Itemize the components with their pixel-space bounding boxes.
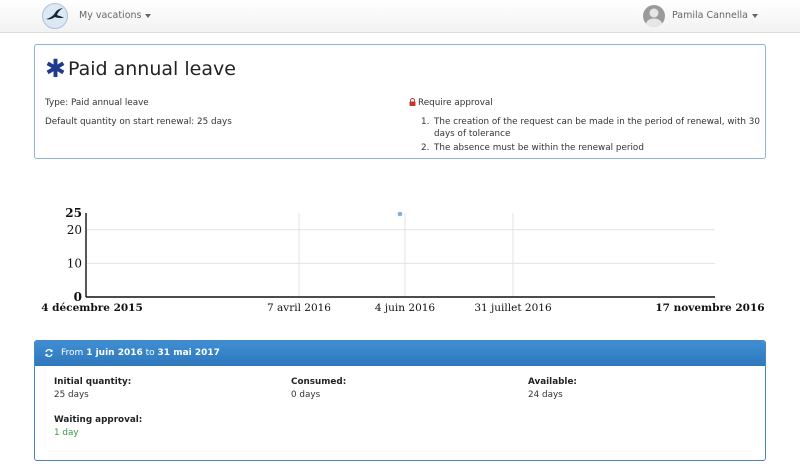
default-quantity-text: Default quantity on start renewal: 25 da… [45, 117, 232, 127]
caret-down-icon [145, 13, 152, 18]
consumed: Consumed: 0 days [291, 377, 346, 400]
user-name-text: Pamila Cannella [672, 10, 748, 21]
rule-number: 1. [421, 117, 430, 127]
user-name: Pamila Cannella [672, 10, 758, 21]
require-approval: Require approval [409, 98, 493, 108]
list-item: 2. The absence must be within the renewal… [421, 142, 761, 154]
x-tick-label: 31 juillet 2016 [474, 302, 552, 314]
available-value: 24 days [528, 390, 563, 400]
my-vacations-label: My vacations [79, 10, 142, 21]
navbar: My vacations Pamila Cannella [0, 0, 800, 33]
rule-text: The absence must be within the renewal p… [434, 143, 644, 153]
leave-info-panel: ✱ Paid annual leave Type: Paid annual le… [34, 44, 766, 159]
x-tick-label: 7 avril 2016 [267, 302, 331, 314]
rule-number: 2. [421, 143, 430, 153]
to-date: 31 mai 2017 [157, 348, 220, 358]
asterisk-icon: ✱ [45, 54, 66, 83]
lock-icon [409, 98, 416, 106]
leave-type-text: Type: Paid annual leave [45, 98, 149, 108]
y-tick-label: 10 [67, 256, 82, 270]
period-header[interactable]: From 1 juin 2016 to 31 mai 2017 [35, 341, 765, 366]
consumed-label: Consumed: [291, 377, 347, 387]
to-label: to [145, 348, 155, 358]
x-tick-label: 4 juin 2016 [375, 302, 436, 314]
available-label: Available: [528, 377, 577, 387]
initial-quantity: Initial quantity: 25 days [54, 377, 131, 400]
period-range: From 1 juin 2016 to 31 mai 2017 [61, 348, 220, 358]
from-date: 1 juin 2016 [86, 348, 143, 358]
consumption-chart: 0 10 20 25 4 décembre 2015 7 avril 2016 4 juin… [0, 200, 800, 320]
swallow-logo-icon[interactable] [42, 3, 68, 29]
waiting-approval: Waiting approval: 1 day [54, 415, 142, 438]
consumed-value: 0 days [291, 390, 321, 400]
waiting-approval-value: 1 day [54, 428, 79, 438]
refresh-icon [45, 348, 53, 358]
data-point [397, 211, 403, 217]
rule-text: The creation of the request can be made … [434, 117, 760, 139]
initial-quantity-label: Initial quantity: [54, 377, 132, 387]
page-title: Paid annual leave [68, 58, 236, 80]
waiting-approval-label: Waiting approval: [54, 415, 143, 425]
available: Available: 24 days [528, 377, 577, 400]
my-vacations-menu[interactable]: My vacations [79, 10, 152, 21]
chart-svg: 01020254 décembre 2015 7 avril 2016 4 juin… [41, 206, 764, 314]
y-tick-label: 20 [67, 223, 82, 237]
y-tick-label: 25 [65, 206, 82, 220]
list-item: 1. The creation of the request can be mad… [421, 116, 761, 140]
x-tick-label: 17 novembre 2016 [655, 302, 764, 314]
rules-list: 1. The creation of the request can be mad… [421, 116, 761, 156]
user-avatar-icon [643, 5, 665, 27]
initial-quantity-value: 25 days [54, 390, 89, 400]
require-approval-text: Require approval [418, 98, 493, 108]
period-panel: From 1 juin 2016 to 31 mai 2017 Initial … [34, 340, 766, 461]
caret-down-icon [751, 13, 758, 18]
from-label: From [61, 348, 84, 358]
x-tick-label: 4 décembre 2015 [41, 302, 143, 314]
